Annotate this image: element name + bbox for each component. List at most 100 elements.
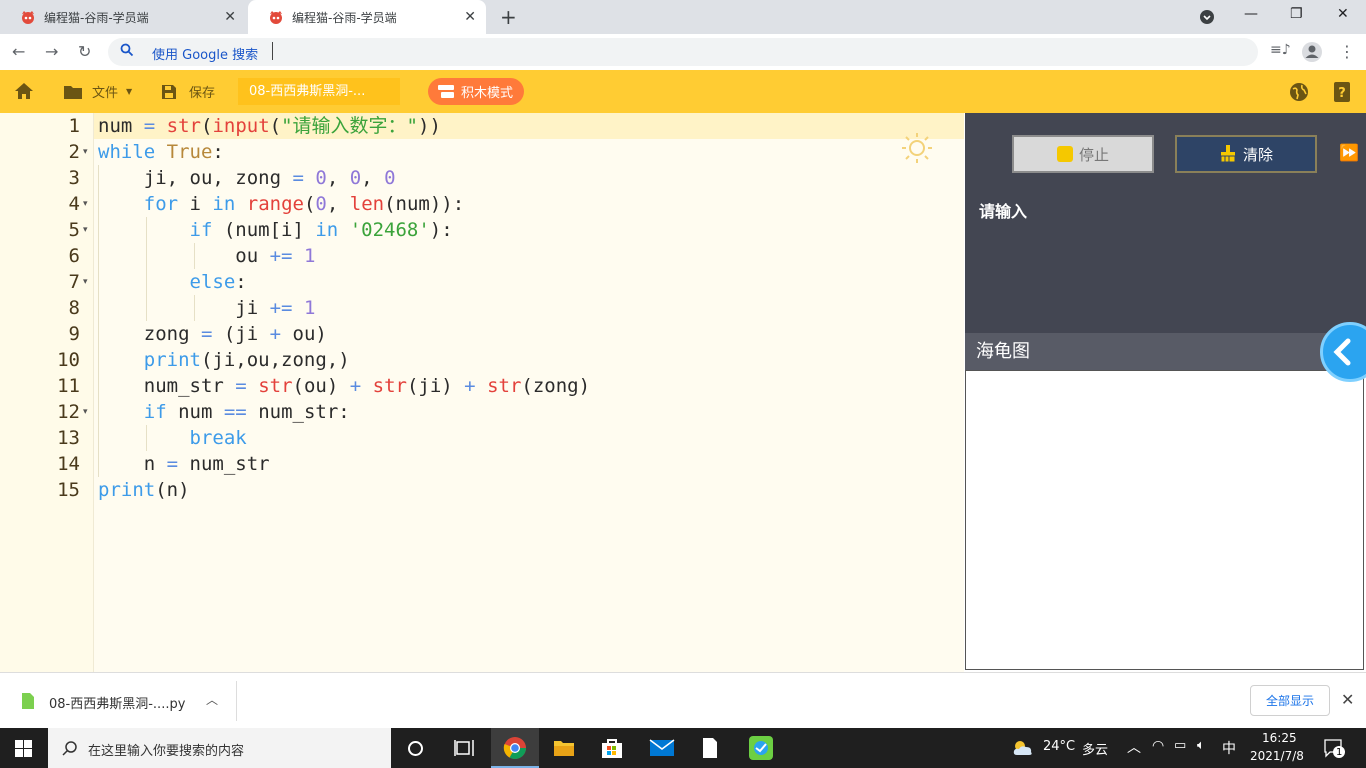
chrome-icon bbox=[503, 737, 526, 759]
code-line: ou += 1 bbox=[98, 245, 316, 267]
filename-field[interactable]: 08-西西弗斯黑洞-... bbox=[238, 78, 400, 105]
turtle-panel-header: 海龟图 bbox=[965, 333, 1366, 370]
fold-marker-icon[interactable]: ▾ bbox=[83, 225, 88, 235]
search-icon bbox=[120, 43, 134, 57]
line-number: 15 bbox=[57, 479, 80, 501]
theme-toggle-sun-icon[interactable] bbox=[901, 132, 933, 164]
task-view-icon[interactable] bbox=[454, 739, 474, 757]
wifi-icon[interactable]: ◠ bbox=[1152, 738, 1164, 754]
codemao-logo-icon bbox=[22, 11, 34, 24]
code-line: else: bbox=[189, 271, 247, 293]
browser-tab-active[interactable]: 编程猫-谷雨-学员端 ✕ bbox=[248, 0, 486, 34]
more-menu-icon[interactable]: ⋮ bbox=[1339, 42, 1355, 61]
line-number: 2 bbox=[68, 141, 80, 163]
battery-icon[interactable]: ▭ bbox=[1174, 738, 1186, 753]
minimize-icon[interactable]: — bbox=[1244, 6, 1258, 22]
tab-title: 编程猫-谷雨-学员端 bbox=[292, 10, 397, 25]
volume-icon[interactable]: 🔈︎ bbox=[1197, 738, 1205, 753]
taskbar-search-input[interactable]: 在这里输入你要搜索的内容 bbox=[48, 728, 391, 768]
code-line: zong = (ji + ou) bbox=[98, 323, 327, 345]
close-tab-icon[interactable]: ✕ bbox=[464, 9, 476, 25]
line-number: 13 bbox=[57, 427, 80, 449]
file-icon bbox=[22, 693, 34, 709]
windows-start-icon[interactable] bbox=[15, 740, 32, 757]
folder-icon bbox=[64, 85, 82, 99]
restore-icon[interactable]: ❐ bbox=[1290, 6, 1303, 22]
clear-button[interactable]: 清除 bbox=[1175, 135, 1317, 173]
reload-icon[interactable]: ↻ bbox=[78, 42, 91, 61]
show-all-button[interactable]: 全部显示 bbox=[1250, 685, 1330, 716]
code-line: num = str(input("请输入数字：")) bbox=[98, 115, 441, 137]
forward-icon[interactable]: → bbox=[45, 42, 58, 61]
clear-label: 清除 bbox=[1242, 145, 1273, 164]
home-icon[interactable] bbox=[14, 82, 34, 100]
clock-time[interactable]: 16:25 bbox=[1262, 731, 1297, 745]
code-line: break bbox=[189, 427, 247, 449]
broom-icon bbox=[1220, 145, 1236, 163]
chevron-down-icon: ▼ bbox=[126, 87, 133, 96]
file-explorer-icon[interactable] bbox=[553, 738, 575, 758]
media-queue-icon[interactable]: ≡♪ bbox=[1270, 42, 1291, 58]
line-number: 8 bbox=[68, 297, 80, 319]
new-tab-icon[interactable]: + bbox=[500, 5, 517, 29]
profile-avatar-icon[interactable] bbox=[1301, 41, 1323, 63]
stop-icon bbox=[1056, 146, 1073, 162]
window-close-icon[interactable]: ✕ bbox=[1337, 6, 1349, 22]
line-number: 9 bbox=[68, 323, 80, 345]
line-number: 14 bbox=[57, 453, 80, 475]
stop-button[interactable]: 停止 bbox=[1012, 135, 1154, 173]
line-number: 7 bbox=[68, 271, 80, 293]
fold-marker-icon[interactable]: ▾ bbox=[83, 147, 88, 157]
expand-panel-icon[interactable]: ⏩ bbox=[1339, 143, 1359, 162]
save-button[interactable]: 保存 bbox=[161, 70, 215, 113]
turtle-canvas bbox=[965, 370, 1364, 670]
omnibox-input[interactable]: 使用 Google 搜索 bbox=[108, 38, 1258, 66]
store-icon[interactable] bbox=[600, 737, 624, 759]
browser-tab[interactable]: 编程猫-谷雨-学员端 ✕ bbox=[0, 0, 246, 34]
code-line: if num == num_str: bbox=[143, 401, 350, 423]
fold-marker-icon[interactable]: ▾ bbox=[83, 407, 88, 417]
taskbar-search-placeholder: 在这里输入你要搜索的内容 bbox=[88, 744, 245, 759]
ime-indicator[interactable]: 中 bbox=[1222, 738, 1236, 758]
block-mode-button[interactable]: 积木模式 bbox=[428, 78, 524, 105]
chevron-up-icon[interactable]: ︿ bbox=[206, 691, 218, 708]
close-download-bar-icon[interactable]: ✕ bbox=[1341, 690, 1354, 709]
weather-cloud-icon[interactable] bbox=[1011, 739, 1035, 757]
app-icon[interactable] bbox=[749, 736, 773, 760]
weather-temperature[interactable]: 24°C bbox=[1043, 739, 1075, 754]
tab-search-icon[interactable] bbox=[1199, 9, 1215, 25]
document-icon[interactable] bbox=[702, 737, 718, 759]
help-icon[interactable]: ? bbox=[1334, 82, 1350, 102]
app-toolbar: 文件 ▼ 保存 08-西西弗斯黑洞-... 积木模式 ? bbox=[0, 70, 1366, 113]
notification-icon[interactable] bbox=[1324, 739, 1346, 759]
fold-marker-icon[interactable]: ▾ bbox=[83, 199, 88, 209]
file-menu-button[interactable]: 文件 ▼ bbox=[63, 70, 132, 113]
svg-text:?: ? bbox=[1338, 86, 1346, 101]
close-tab-icon[interactable]: ✕ bbox=[224, 9, 236, 25]
tab-title: 编程猫-谷雨-学员端 bbox=[44, 10, 149, 25]
chevron-left-icon bbox=[1333, 338, 1351, 366]
code-line: for i in range(0, len(num)): bbox=[143, 193, 465, 215]
download-bar: 08-西西弗斯黑洞-....py ︿ 全部显示 ✕ bbox=[0, 672, 1366, 728]
console-panel: 停止 清除 ⏩ 请输入 bbox=[965, 113, 1366, 333]
line-number: 11 bbox=[57, 375, 80, 397]
save-label: 保存 bbox=[189, 86, 216, 101]
mail-icon[interactable] bbox=[649, 739, 675, 757]
clock-date[interactable]: 2021/7/8 bbox=[1250, 749, 1304, 763]
cortana-icon[interactable] bbox=[407, 740, 424, 757]
address-bar-row: ← → ↻ 使用 Google 搜索 ≡♪ ⋮ bbox=[0, 34, 1366, 70]
fold-marker-icon[interactable]: ▾ bbox=[83, 277, 88, 287]
file-menu-label: 文件 bbox=[92, 86, 119, 101]
block-mode-label: 积木模式 bbox=[461, 86, 514, 101]
code-line: num_str = str(ou) + str(ji) + str(zong) bbox=[98, 375, 591, 397]
chevron-up-icon[interactable]: ︿ bbox=[1127, 737, 1141, 757]
divider bbox=[236, 681, 237, 721]
code-line: print(n) bbox=[98, 479, 190, 501]
weather-description[interactable]: 多云 bbox=[1082, 739, 1108, 758]
code-editor[interactable]: 1 2 3 4 5 6 7 8 9 10 11 12 13 14 15 ▾ ▾ … bbox=[0, 113, 964, 672]
back-icon[interactable]: ← bbox=[12, 42, 25, 61]
search-icon bbox=[62, 741, 77, 756]
download-filename[interactable]: 08-西西弗斯黑洞-....py bbox=[49, 693, 185, 712]
globe-icon[interactable] bbox=[1289, 82, 1309, 102]
chrome-taskbar-button[interactable] bbox=[491, 728, 539, 768]
